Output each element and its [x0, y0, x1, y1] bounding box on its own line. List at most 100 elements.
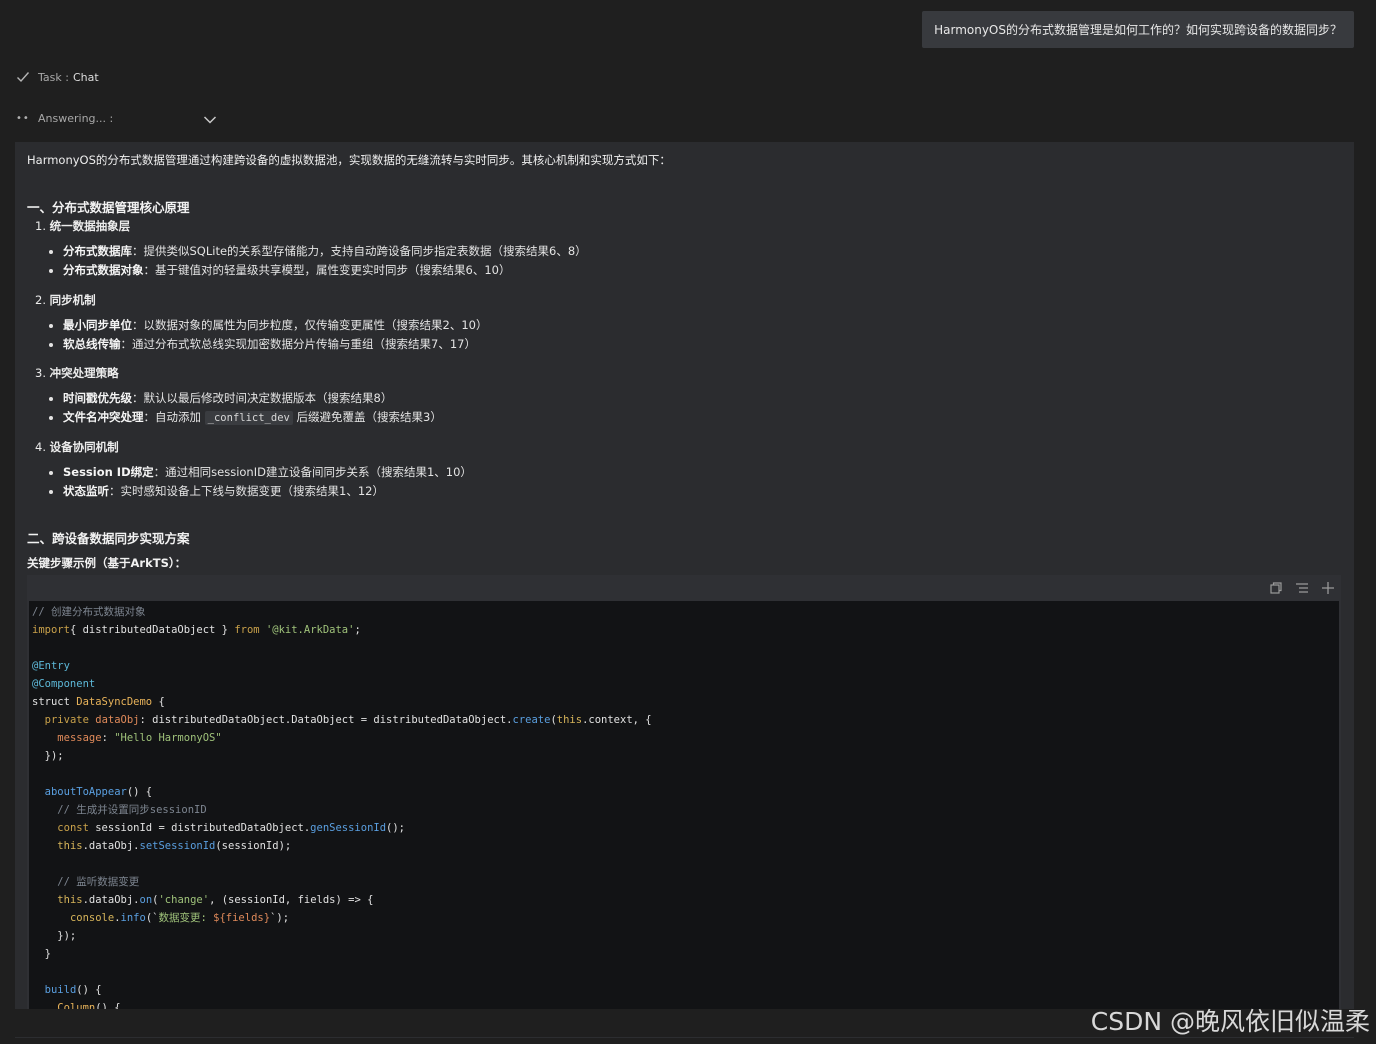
code-toolbar	[27, 575, 1341, 601]
code-token: .dataObj.	[82, 840, 140, 852]
code-token: // 创建分布式数据对象	[32, 606, 146, 618]
code-token: ();	[386, 822, 405, 834]
section-title-1: 一、分布式数据管理核心原理	[27, 200, 190, 215]
list-item-bold: Session ID绑定	[63, 465, 154, 479]
list-item: 时间戳优先级：默认以最后修改时间决定数据版本（搜索结果8）	[63, 389, 442, 408]
code-token: });	[32, 750, 64, 762]
watermark: CSDN @晚风依旧似温柔	[1090, 1007, 1370, 1036]
answering-label: Answering... :	[38, 112, 114, 125]
list-item: 状态监听：实时感知设备上下线与数据变更（搜索结果1、12）	[63, 482, 472, 501]
list-icon[interactable]	[1295, 581, 1309, 595]
code-line: @Component	[32, 675, 1339, 693]
code-token: @Component	[32, 678, 96, 690]
code-token: ${fields}	[213, 912, 271, 924]
code-token: dataObj	[95, 714, 140, 726]
list-item: 文件名冲突处理：自动添加 _conflict_dev 后缀避免覆盖（搜索结果3）	[63, 408, 442, 427]
list-item-text: 后缀避免覆盖（搜索结果3）	[292, 410, 442, 424]
subsection-4-number: 4.	[35, 440, 50, 454]
code-line: @Entry	[32, 657, 1339, 675]
list-item-text: ：提供类似SQLite的关系型存储能力，支持自动跨设备同步指定表数据（搜索结果6…	[132, 244, 587, 258]
code-token: :	[101, 732, 115, 744]
code-token: on	[139, 894, 153, 906]
code-token: 'change'	[158, 894, 210, 906]
answering-status-row[interactable]: •• Answering... :	[16, 112, 217, 125]
code-token: .context, {	[582, 714, 652, 726]
code-line: this.dataObj.setSessionId(sessionId);	[32, 837, 1339, 855]
code-token: });	[32, 930, 77, 942]
code-token: }	[32, 948, 51, 960]
code-token: struct	[32, 696, 77, 708]
code-token: () {	[126, 786, 153, 798]
task-value: Chat	[72, 70, 99, 84]
list-item: 软总线传输：通过分布式软总线实现加密数据分片传输与重组（搜索结果7、17）	[63, 335, 487, 354]
section-title-2: 二、跨设备数据同步实现方案	[27, 531, 190, 546]
check-icon	[17, 72, 30, 83]
code-line: build() {	[32, 981, 1339, 999]
chevron-down-icon[interactable]	[202, 112, 218, 128]
code-token: () {	[76, 984, 102, 996]
list-item: 最小同步单位：以数据对象的属性为同步粒度，仅传输变更属性（搜索结果2、10）	[63, 316, 487, 335]
code-token: private	[44, 714, 89, 726]
list-item-bold: 最小同步单位	[63, 318, 132, 332]
code-token: setSessionId	[139, 840, 216, 852]
code-line: // 监听数据变更	[32, 873, 1339, 891]
code-block: // 创建分布式数据对象 import{ distributedDataObjec…	[27, 575, 1341, 1009]
code-token: info	[120, 912, 146, 924]
code-token: message	[57, 732, 102, 744]
code-token: genSessionId	[310, 822, 387, 834]
code-line: this.dataObj.on('change', (sessionId, fi…	[32, 891, 1339, 909]
subsection-4-list: Session ID绑定：通过相同sessionID建立设备间同步关系（搜索结果…	[45, 463, 472, 501]
list-item: Session ID绑定：通过相同sessionID建立设备间同步关系（搜索结果…	[63, 463, 472, 482]
list-item-bold: 分布式数据库	[63, 244, 132, 258]
code-token: () {	[95, 1002, 121, 1009]
code-token: "Hello HarmonyOS"	[114, 732, 222, 744]
list-item-bold: 状态监听	[63, 484, 109, 498]
code-token: this	[57, 894, 83, 906]
code-token: const	[57, 822, 89, 834]
code-line: // 创建分布式数据对象	[32, 603, 1339, 621]
code-token: console	[69, 912, 115, 924]
subsection-1-title: 1. 统一数据抽象层	[35, 218, 130, 234]
subsection-3-title: 3. 冲突处理策略	[35, 365, 119, 381]
code-token: { distributedDataObject }	[69, 624, 235, 636]
code-line: });	[32, 927, 1339, 945]
subsection-4-label: 设备协同机制	[49, 440, 119, 454]
subsection-2-number: 2.	[35, 293, 50, 307]
code-line: import{ distributedDataObject } from '@k…	[32, 621, 1339, 639]
copy-icon[interactable]	[1269, 581, 1283, 595]
code-token: `);	[270, 912, 290, 924]
subsection-1-number: 1.	[35, 219, 50, 233]
task-row: Task : Chat	[16, 70, 99, 84]
code-token: DataSyncDemo	[76, 696, 153, 708]
subsection-2-title: 2. 同步机制	[35, 292, 96, 308]
code-line: aboutToAppear() {	[32, 783, 1339, 801]
list-item-text: ：通过分布式软总线实现加密数据分片传输与重组（搜索结果7、17）	[120, 337, 476, 351]
code-line: }	[32, 945, 1339, 963]
subsection-4-title: 4. 设备协同机制	[35, 439, 119, 455]
inline-code: _conflict_dev	[204, 411, 293, 425]
list-item-text: ：基于键值对的轻量级共享模型，属性变更实时同步（搜索结果6、10）	[143, 263, 511, 277]
code-token: (`	[145, 912, 159, 924]
code-content: // 创建分布式数据对象 import{ distributedDataObjec…	[29, 601, 1339, 1009]
code-token: 数据变更:	[158, 912, 214, 924]
plus-icon[interactable]	[1321, 581, 1335, 595]
list-item: 分布式数据对象：基于键值对的轻量级共享模型，属性变更实时同步（搜索结果6、10）	[63, 261, 587, 280]
code-text: // 创建分布式数据对象 import{ distributedDataObjec…	[29, 601, 1339, 1009]
code-token: build	[44, 984, 77, 996]
code-token: // 监听数据变更	[57, 876, 140, 888]
code-line: const sessionId = distributedDataObject.…	[32, 819, 1339, 837]
code-token: .dataObj.	[82, 894, 140, 906]
answer-panel: HarmonyOS的分布式数据管理通过构建跨设备的虚拟数据池，实现数据的无缝流转…	[15, 142, 1354, 1009]
code-line: console.info(`数据变更: ${fields}`);	[32, 909, 1339, 927]
task-label: Task :	[38, 70, 69, 84]
code-token: create	[512, 714, 551, 726]
